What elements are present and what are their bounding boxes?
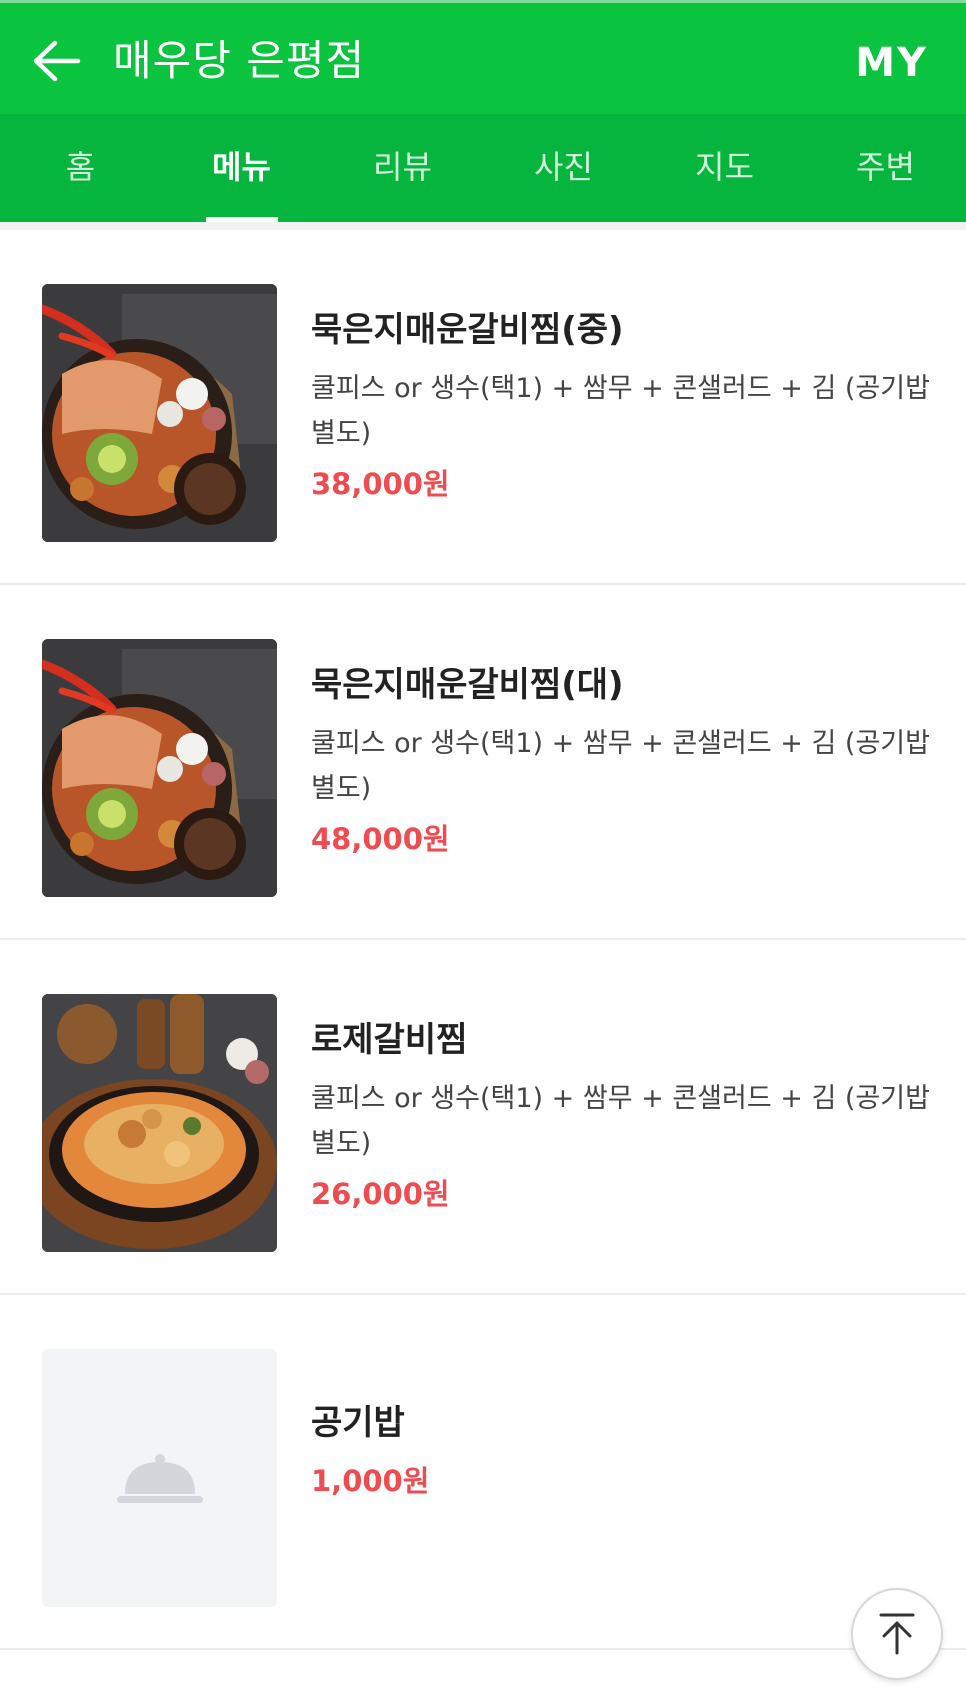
arrow-up-to-top-icon [879, 1613, 915, 1655]
menu-item-description: 쿨피스 or 생수(택1) + 쌈무 + 콘샐러드 + 김 (공기밥 별도) [311, 373, 930, 449]
my-button[interactable]: MY [855, 35, 928, 91]
tab-map[interactable]: 지도 [644, 114, 805, 222]
menu-list: 묵은지매운갈비찜(중) 쿨피스 or 생수(택1) + 쌈무 + 콘샐러드 + … [0, 222, 966, 1650]
food-cloche-icon [116, 1454, 203, 1503]
menu-item-photo [42, 994, 277, 1252]
menu-item[interactable]: 묵은지매운갈비찜(중) 쿨피스 or 생수(택1) + 쌈무 + 콘샐러드 + … [0, 230, 966, 585]
menu-item-photo [42, 284, 277, 542]
menu-item-price: 48,000원 [311, 822, 450, 856]
tab-reviews[interactable]: 리뷰 [322, 114, 483, 222]
menu-item[interactable]: 공기밥 1,000원 [0, 1295, 966, 1650]
tab-home[interactable]: 홈 [0, 114, 161, 222]
menu-item-price: 38,000원 [311, 467, 450, 501]
menu-item-name: 공기밥 [311, 1403, 405, 1443]
menu-item[interactable]: 로제갈비찜 쿨피스 or 생수(택1) + 쌈무 + 콘샐러드 + 김 (공기밥… [0, 940, 966, 1295]
menu-item-info: 공기밥 1,000원 [311, 1401, 931, 1503]
menu-item-description: 쿨피스 or 생수(택1) + 쌈무 + 콘샐러드 + 김 (공기밥 별도) [311, 728, 930, 804]
menu-item-photo-placeholder [42, 1349, 277, 1607]
menu-item-description: 쿨피스 or 생수(택1) + 쌈무 + 콘샐러드 + 김 (공기밥 별도) [311, 1083, 930, 1159]
tab-menu[interactable]: 메뉴 [161, 114, 322, 222]
back-button[interactable] [28, 33, 84, 89]
menu-item-price: 26,000원 [311, 1177, 450, 1211]
scroll-to-top-button[interactable] [851, 1588, 943, 1680]
menu-item-info: 묵은지매운갈비찜(대) 쿨피스 or 생수(택1) + 쌈무 + 콘샐러드 + … [311, 663, 931, 861]
app-header: 매우당 은평점 MY [0, 0, 966, 114]
menu-item-info: 묵은지매운갈비찜(중) 쿨피스 or 생수(택1) + 쌈무 + 콘샐러드 + … [311, 308, 931, 506]
arrow-left-icon [33, 40, 81, 82]
tab-nearby[interactable]: 주변 [805, 114, 966, 222]
tab-photos[interactable]: 사진 [483, 114, 644, 222]
menu-item-info: 로제갈비찜 쿨피스 or 생수(택1) + 쌈무 + 콘샐러드 + 김 (공기밥… [311, 1018, 931, 1216]
menu-item-price: 1,000원 [311, 1464, 430, 1498]
store-title: 매우당 은평점 [113, 36, 366, 85]
menu-item-name: 묵은지매운갈비찜(대) [311, 665, 624, 705]
menu-item-name: 묵은지매운갈비찜(중) [311, 310, 624, 350]
menu-item-name: 로제갈비찜 [311, 1020, 468, 1060]
menu-item-photo [42, 639, 277, 897]
tab-bar: 홈 메뉴 리뷰 사진 지도 주변 [0, 114, 966, 222]
menu-item[interactable]: 묵은지매운갈비찜(대) 쿨피스 or 생수(택1) + 쌈무 + 콘샐러드 + … [0, 585, 966, 940]
